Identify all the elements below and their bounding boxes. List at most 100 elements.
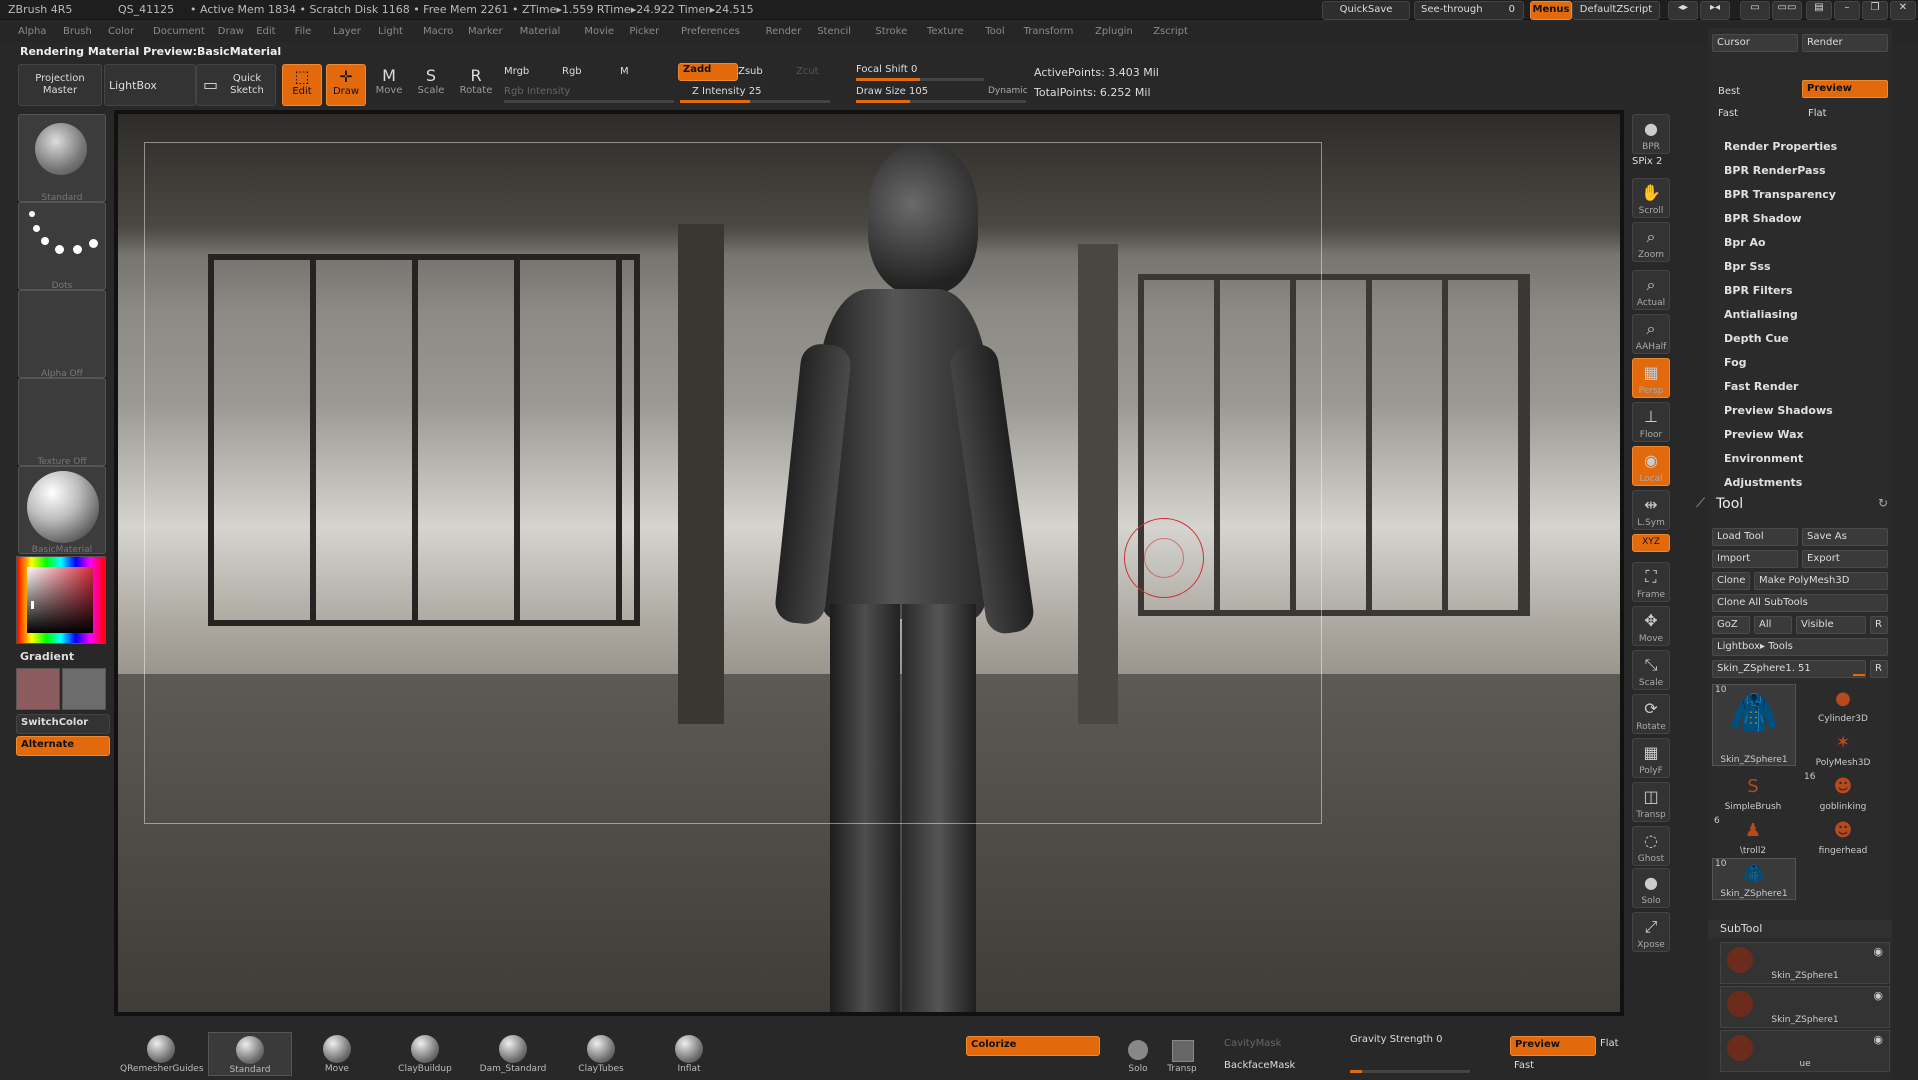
close-icon[interactable]: ✕ — [1890, 1, 1916, 20]
preview-render-button[interactable]: Preview — [1802, 80, 1888, 98]
flat-button[interactable]: Flat — [1600, 1038, 1619, 1049]
viewport-local-button[interactable]: ◉ Local — [1632, 446, 1670, 486]
goz-all-button[interactable]: All — [1754, 616, 1792, 634]
menu-item-file[interactable]: File — [295, 26, 312, 37]
gravity-track[interactable] — [1350, 1070, 1470, 1073]
viewport-scale-button[interactable]: ⤡ Scale — [1632, 650, 1670, 690]
goz-button[interactable]: GoZ — [1712, 616, 1750, 634]
rgb-button[interactable]: Rgb — [562, 66, 582, 77]
render-item-bpr-ao[interactable]: Bpr Ao — [1724, 236, 1766, 249]
fast-button[interactable]: Fast — [1718, 108, 1738, 119]
save-as-button[interactable]: Save As — [1802, 528, 1888, 546]
color-picker[interactable] — [16, 556, 106, 644]
render-item-depth-cue[interactable]: Depth Cue — [1724, 332, 1789, 345]
scale-button[interactable]: S Scale — [412, 64, 450, 104]
flat-button[interactable]: Flat — [1808, 108, 1827, 119]
goz-visible-button[interactable]: Visible — [1796, 616, 1866, 634]
viewport-rotate-button[interactable]: ⟳ Rotate — [1632, 694, 1670, 734]
brush-standard[interactable]: Standard — [208, 1032, 292, 1076]
viewport-transp-button[interactable]: ◫ Transp — [1632, 782, 1670, 822]
tool-thumb-polymesh3d[interactable]: ✶ PolyMesh3D — [1802, 728, 1884, 768]
zcut-button[interactable]: Zcut — [796, 66, 819, 77]
cavitymask-button[interactable]: CavityMask — [1224, 1038, 1281, 1049]
spix-slider[interactable]: SPix 2 — [1632, 156, 1662, 167]
render-item-bpr-shadow[interactable]: BPR Shadow — [1724, 212, 1802, 225]
menu-item-picker[interactable]: Picker — [629, 26, 659, 37]
color-picker-square[interactable] — [27, 567, 93, 633]
make-polymesh-button[interactable]: Make PolyMesh3D — [1754, 572, 1888, 590]
menu-item-alpha[interactable]: Alpha — [18, 26, 46, 37]
quicksave-button[interactable]: QuickSave — [1322, 1, 1410, 20]
m-button[interactable]: M — [620, 66, 629, 77]
quick-sketch-button[interactable]: ▭ Quick Sketch — [196, 64, 276, 106]
transp-button[interactable]: Transp — [1164, 1032, 1200, 1074]
viewport-polyf-button[interactable]: ▦ PolyF — [1632, 738, 1670, 778]
focal-shift-slider[interactable]: Focal Shift 0 — [856, 64, 917, 75]
brush-move[interactable]: Move — [296, 1032, 378, 1074]
menu-item-marker[interactable]: Marker — [468, 26, 503, 37]
render-item-environment[interactable]: Environment — [1724, 452, 1803, 465]
lightbox-tools-button[interactable]: Lightbox▸ Tools — [1712, 638, 1888, 656]
z-intensity-track[interactable] — [680, 100, 830, 103]
import-button[interactable]: Import — [1712, 550, 1798, 568]
minimize-icon[interactable]: – — [1834, 1, 1860, 20]
menu-item-zplugin[interactable]: Zplugin — [1095, 26, 1133, 37]
texture-selector[interactable]: Texture Off — [18, 378, 106, 467]
layout-left-icon[interactable]: ◂▸ — [1668, 1, 1698, 20]
export-button[interactable]: Export — [1802, 550, 1888, 568]
zsub-button[interactable]: Zsub — [738, 66, 763, 77]
stroke-selector[interactable]: Dots — [18, 202, 106, 291]
mrgb-button[interactable]: Mrgb — [504, 66, 529, 77]
menu-item-texture[interactable]: Texture — [927, 26, 964, 37]
gradient-button[interactable]: Gradient — [20, 650, 74, 663]
z-intensity-slider[interactable]: Z Intensity 25 — [692, 86, 761, 97]
rgb-intensity-slider[interactable]: Rgb Intensity — [504, 86, 570, 97]
render-item-preview-shadows[interactable]: Preview Shadows — [1724, 404, 1833, 417]
tool-thumb-simplebrush[interactable]: S SimpleBrush — [1712, 772, 1794, 812]
tool-thumb--troll2[interactable]: ♟ 6 \troll2 — [1712, 816, 1794, 856]
default-zscript-button[interactable]: DefaultZScript — [1572, 1, 1660, 20]
visibility-eye-icon[interactable]: ◉ — [1873, 1033, 1883, 1046]
menu-item-macro[interactable]: Macro — [423, 26, 453, 37]
current-tool-slider[interactable]: Skin_ZSphere1. 51 — [1712, 660, 1866, 678]
viewport-ghost-button[interactable]: ◌ Ghost — [1632, 826, 1670, 866]
clone-all-subtools-button[interactable]: Clone All SubTools — [1712, 594, 1888, 612]
brush-inflat[interactable]: Inflat — [648, 1032, 730, 1074]
subtool-item[interactable]: ◉ Skin_ZSphere1 — [1720, 942, 1890, 984]
lock-icon[interactable]: ▤ — [1806, 1, 1832, 20]
render-item-bpr-transparency[interactable]: BPR Transparency — [1724, 188, 1836, 201]
subtool-item[interactable]: ◉ Skin_ZSphere1 — [1720, 986, 1890, 1028]
draw-button[interactable]: ✛ Draw — [326, 64, 366, 106]
tool-r-button[interactable]: R — [1870, 660, 1888, 678]
rgb-intensity-track[interactable] — [504, 100, 674, 103]
menu-item-draw[interactable]: Draw — [218, 26, 244, 37]
load-tool-button[interactable]: Load Tool — [1712, 528, 1798, 546]
goz-r-button[interactable]: R — [1870, 616, 1888, 634]
render-item-adjustments[interactable]: Adjustments — [1724, 476, 1802, 489]
alternate-button[interactable]: Alternate — [16, 736, 110, 756]
see-through-slider[interactable]: See-through 0 — [1414, 1, 1524, 20]
viewport-frame-button[interactable]: ⛶ Frame — [1632, 562, 1670, 602]
preview-button[interactable]: Preview — [1510, 1036, 1596, 1056]
tool-thumb-goblinking[interactable]: ☻ 16 goblinking — [1802, 772, 1884, 812]
subtool-item[interactable]: ◉ ue — [1720, 1030, 1890, 1072]
tool-thumb-cylinder3d[interactable]: ● Cylinder3D — [1802, 684, 1884, 724]
menu-item-light[interactable]: Light — [378, 26, 403, 37]
draw-size-slider[interactable]: Draw Size 105 — [856, 86, 928, 97]
menu-item-brush[interactable]: Brush — [63, 26, 92, 37]
render-item-fog[interactable]: Fog — [1724, 356, 1747, 369]
restore-icon[interactable]: ❐ — [1862, 1, 1888, 20]
render-item-render-properties[interactable]: Render Properties — [1724, 140, 1837, 153]
tool-thumb-skin-zsphere1[interactable]: 🧥 10 Skin_ZSphere1 — [1712, 858, 1796, 900]
brush-dam-standard[interactable]: Dam_Standard — [472, 1032, 554, 1074]
viewport-actual-button[interactable]: ⌕ Actual — [1632, 270, 1670, 310]
secondary-color-swatch[interactable] — [62, 668, 106, 710]
switchcolor-button[interactable]: SwitchColor — [16, 714, 110, 734]
lightbox-button[interactable]: LightBox — [104, 64, 196, 106]
clone-button[interactable]: Clone — [1712, 572, 1750, 590]
menu-item-transform[interactable]: Transform — [1024, 26, 1074, 37]
menu-item-movie[interactable]: Movie — [584, 26, 614, 37]
menu-item-edit[interactable]: Edit — [256, 26, 275, 37]
best-button[interactable]: Best — [1718, 86, 1740, 97]
zadd-button[interactable]: Zadd — [678, 63, 738, 81]
